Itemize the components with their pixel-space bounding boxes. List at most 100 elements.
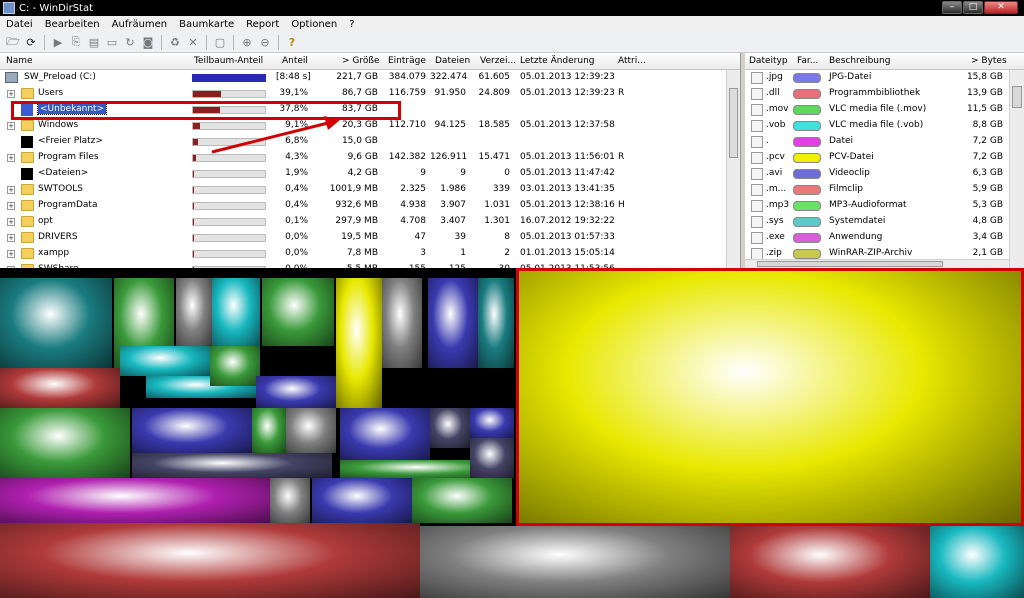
treemap-cell[interactable] xyxy=(470,408,514,438)
treemap-cell[interactable] xyxy=(212,278,260,346)
expand-icon[interactable]: + xyxy=(7,186,15,194)
treemap-cell[interactable] xyxy=(0,523,420,598)
treemap-cell[interactable] xyxy=(930,526,1024,598)
ext-row[interactable]: . Datei 7,2 GB xyxy=(745,134,1024,150)
col-color[interactable]: Far... xyxy=(797,56,818,66)
treemap-cell[interactable] xyxy=(516,268,1024,526)
treemap-cell[interactable] xyxy=(252,408,286,453)
tree-row[interactable]: <Freier Platz> 6,8% 15,0 GB xyxy=(0,134,740,150)
treemap-cell[interactable] xyxy=(420,526,730,598)
command-prompt-icon[interactable]: ▭ xyxy=(103,34,121,51)
ext-row[interactable]: .m... Filmclip 5,9 GB xyxy=(745,182,1024,198)
treemap-cell[interactable] xyxy=(428,278,478,368)
directory-tree[interactable]: Name Teilbaum-Anteil Anteil > Größe Eint… xyxy=(0,53,741,268)
treemap-cell[interactable] xyxy=(0,478,270,523)
col-attributes[interactable]: Attri... xyxy=(618,56,646,66)
ext-row[interactable]: .sys Systemdatei 4,8 GB xyxy=(745,214,1024,230)
treemap-cell[interactable] xyxy=(132,408,252,453)
treemap-cell[interactable] xyxy=(286,408,336,453)
expand-icon[interactable]: + xyxy=(7,122,15,130)
treemap-cell[interactable] xyxy=(412,478,512,523)
menu-baumkarte[interactable]: Baumkarte xyxy=(173,19,240,30)
treemap-cell[interactable] xyxy=(478,278,514,368)
camera-icon[interactable]: ◙ xyxy=(139,34,157,51)
tree-row[interactable]: + xampp 0,0% 7,8 MB 3 1 2 01.01.2013 15:… xyxy=(0,246,740,262)
tree-row[interactable]: <Dateien> 1,9% 4,2 GB 9 9 0 05.01.2013 1… xyxy=(0,166,740,182)
maximize-button[interactable]: □ xyxy=(963,1,983,14)
tree-row[interactable]: + ProgramData 0,4% 932,6 MB 4.938 3.907 … xyxy=(0,198,740,214)
menu-bearbeiten[interactable]: Bearbeiten xyxy=(39,19,106,30)
col-subtree-share[interactable]: Teilbaum-Anteil xyxy=(194,56,263,66)
menu-report[interactable]: Report xyxy=(240,19,285,30)
treemap-cell[interactable] xyxy=(256,376,336,408)
ext-row[interactable]: .pcv PCV-Datei 7,2 GB xyxy=(745,150,1024,166)
expand-icon[interactable]: + xyxy=(7,218,15,226)
menu-aufraeumen[interactable]: Aufräumen xyxy=(106,19,174,30)
tree-row[interactable]: SW_Preload (C:) [8:48 s] 221,7 GB 384.07… xyxy=(0,70,740,86)
refresh-selected-icon[interactable]: ↻ xyxy=(121,34,139,51)
help-icon[interactable]: ? xyxy=(283,34,301,51)
tree-scrollbar[interactable] xyxy=(726,70,740,268)
col-dirs[interactable]: Verzei... xyxy=(480,56,516,66)
zoom-in-icon[interactable]: ⊕ xyxy=(238,34,256,51)
treemap-cell[interactable] xyxy=(0,278,112,368)
treemap-cell[interactable] xyxy=(132,453,332,478)
ext-row[interactable]: .mp3 MP3-Audioformat 5,3 GB xyxy=(745,198,1024,214)
tree-row[interactable]: <Unbekannt> 37,8% 83,7 GB xyxy=(0,102,740,118)
ext-row[interactable]: .jpg JPG-Datei 15,8 GB xyxy=(745,70,1024,86)
refresh-icon[interactable]: ⟳ xyxy=(22,34,40,51)
menu-datei[interactable]: Datei xyxy=(0,19,39,30)
ext-row[interactable]: .mov VLC media file (.mov) 11,5 GB xyxy=(745,102,1024,118)
col-bytes[interactable]: > Bytes xyxy=(971,56,1007,66)
treemap-cell[interactable] xyxy=(210,346,260,386)
menu-optionen[interactable]: Optionen xyxy=(285,19,343,30)
treemap-cell[interactable] xyxy=(270,478,310,523)
col-files[interactable]: Dateien xyxy=(435,56,470,66)
delete-icon[interactable]: ✕ xyxy=(184,34,202,51)
ext-row[interactable]: .vob VLC media file (.vob) 8,8 GB xyxy=(745,118,1024,134)
ext-row[interactable]: .exe Anwendung 3,4 GB xyxy=(745,230,1024,246)
recycle-icon[interactable]: ♻ xyxy=(166,34,184,51)
treemap[interactable] xyxy=(0,268,1024,598)
col-description[interactable]: Beschreibung xyxy=(829,56,890,66)
col-filetype[interactable]: Dateityp xyxy=(749,56,788,66)
tree-row[interactable]: + Windows 9,1% 20,3 GB 112.710 94.125 18… xyxy=(0,118,740,134)
expand-icon[interactable]: + xyxy=(7,250,15,258)
treemap-cell[interactable] xyxy=(430,408,470,448)
ext-hscrollbar[interactable] xyxy=(745,259,1009,268)
open-folder-icon[interactable]: 🗁 xyxy=(4,34,22,51)
tree-row[interactable]: + Users 39,1% 86,7 GB 116.759 91.950 24.… xyxy=(0,86,740,102)
zoom-out-icon[interactable]: ⊖ xyxy=(256,34,274,51)
treemap-cell[interactable] xyxy=(0,408,130,478)
col-share[interactable]: Anteil xyxy=(282,56,308,66)
treemap-cell[interactable] xyxy=(312,478,412,523)
expand-icon[interactable]: + xyxy=(7,154,15,162)
ext-scrollbar[interactable] xyxy=(1009,70,1024,268)
treemap-cell[interactable] xyxy=(336,278,382,408)
col-name[interactable]: Name xyxy=(6,56,33,66)
expand-icon[interactable]: + xyxy=(7,90,15,98)
tree-row[interactable]: + opt 0,1% 297,9 MB 4.708 3.407 1.301 16… xyxy=(0,214,740,230)
treemap-cell[interactable] xyxy=(730,526,930,598)
treemap-cell[interactable] xyxy=(470,438,514,478)
menu-help[interactable]: ? xyxy=(343,19,360,30)
expand-icon[interactable]: + xyxy=(7,234,15,242)
col-entries[interactable]: Einträge xyxy=(388,56,426,66)
treemap-cell[interactable] xyxy=(262,278,334,346)
col-last-change[interactable]: Letzte Änderung xyxy=(520,56,595,66)
copy-icon[interactable]: ⎘ xyxy=(67,34,85,51)
treemap-cell[interactable] xyxy=(176,278,212,346)
ext-row[interactable]: .dll Programmbibliothek 13,9 GB xyxy=(745,86,1024,102)
minimize-button[interactable]: – xyxy=(942,1,962,14)
explorer-icon[interactable]: ▤ xyxy=(85,34,103,51)
close-button[interactable]: ✕ xyxy=(984,1,1018,14)
treemap-cell[interactable] xyxy=(340,408,430,460)
tree-row[interactable]: + SWTOOLS 0,4% 1001,9 MB 2.325 1.986 339… xyxy=(0,182,740,198)
col-size[interactable]: > Größe xyxy=(342,56,380,66)
treemap-cell[interactable] xyxy=(382,278,422,368)
extension-list[interactable]: Dateityp Far... Beschreibung > Bytes .jp… xyxy=(745,53,1024,268)
expand-icon[interactable]: + xyxy=(7,202,15,210)
tree-row[interactable]: + DRIVERS 0,0% 19,5 MB 47 39 8 05.01.201… xyxy=(0,230,740,246)
play-icon[interactable]: ▶ xyxy=(49,34,67,51)
ext-row[interactable]: .avi Videoclip 6,3 GB xyxy=(745,166,1024,182)
